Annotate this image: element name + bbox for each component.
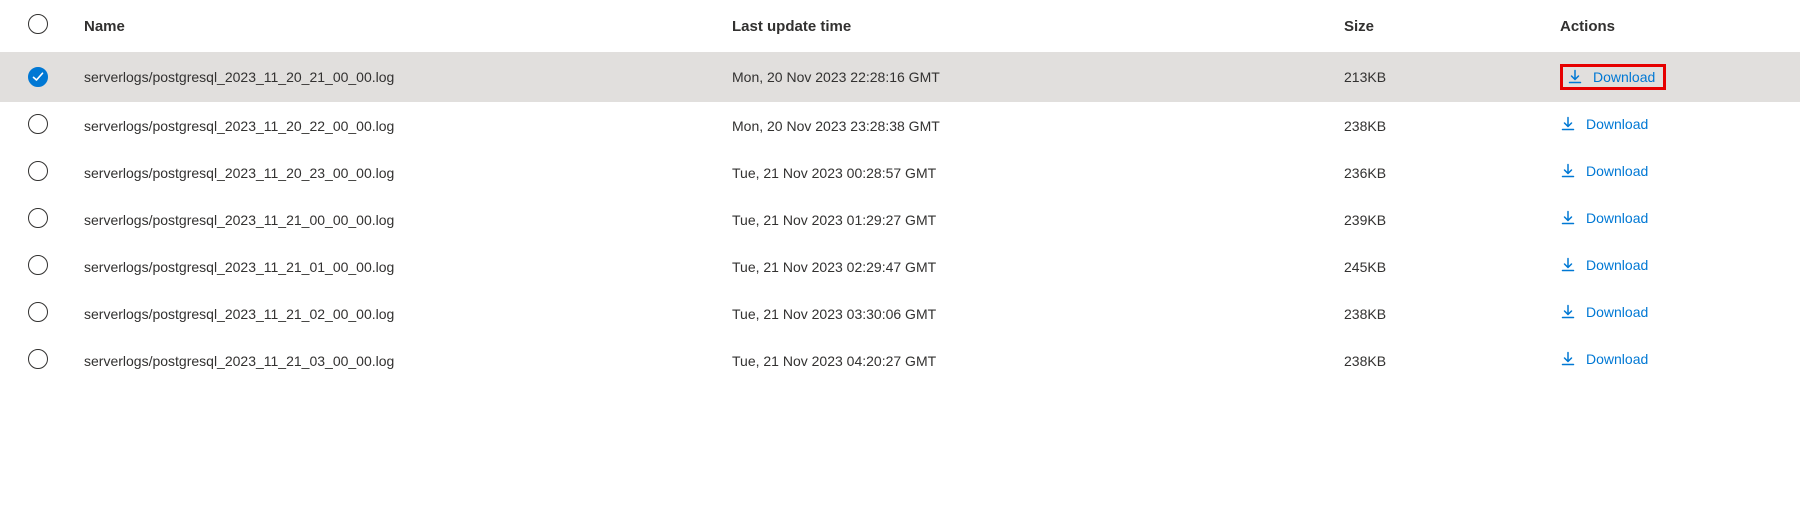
download-button[interactable]: Download <box>1560 257 1648 273</box>
download-label: Download <box>1586 163 1648 179</box>
download-label: Download <box>1586 116 1648 132</box>
row-size: 238KB <box>1332 290 1548 337</box>
table-header-row: Name Last update time Size Actions <box>0 0 1800 52</box>
download-button[interactable]: Download <box>1560 304 1648 320</box>
column-header-select <box>0 0 72 52</box>
download-icon <box>1567 69 1583 85</box>
row-select-cell <box>0 52 72 102</box>
row-select-cell <box>0 102 72 149</box>
row-actions: Download <box>1548 102 1800 149</box>
row-select-cell <box>0 243 72 290</box>
row-last-update: Tue, 21 Nov 2023 00:28:57 GMT <box>720 149 1332 196</box>
download-button[interactable]: Download <box>1567 69 1655 85</box>
row-name: serverlogs/postgresql_2023_11_21_01_00_0… <box>72 243 720 290</box>
table-row[interactable]: serverlogs/postgresql_2023_11_20_22_00_0… <box>0 102 1800 149</box>
row-name: serverlogs/postgresql_2023_11_20_23_00_0… <box>72 149 720 196</box>
row-select-checkbox[interactable] <box>28 302 48 322</box>
row-actions: Download <box>1548 52 1800 102</box>
row-size: 213KB <box>1332 52 1548 102</box>
row-select-cell <box>0 337 72 384</box>
download-icon <box>1560 163 1576 179</box>
row-select-checkbox[interactable] <box>28 161 48 181</box>
row-size: 238KB <box>1332 337 1548 384</box>
row-last-update: Mon, 20 Nov 2023 23:28:38 GMT <box>720 102 1332 149</box>
row-select-cell <box>0 196 72 243</box>
row-actions: Download <box>1548 290 1800 337</box>
download-button[interactable]: Download <box>1560 116 1648 132</box>
row-name: serverlogs/postgresql_2023_11_21_00_00_0… <box>72 196 720 243</box>
download-icon <box>1560 351 1576 367</box>
table-row[interactable]: serverlogs/postgresql_2023_11_21_01_00_0… <box>0 243 1800 290</box>
row-last-update: Tue, 21 Nov 2023 02:29:47 GMT <box>720 243 1332 290</box>
table-row[interactable]: serverlogs/postgresql_2023_11_21_03_00_0… <box>0 337 1800 384</box>
row-select-checkbox[interactable] <box>28 349 48 369</box>
download-callout: Download <box>1560 64 1666 90</box>
table-row[interactable]: serverlogs/postgresql_2023_11_21_00_00_0… <box>0 196 1800 243</box>
row-actions: Download <box>1548 196 1800 243</box>
download-label: Download <box>1586 257 1648 273</box>
row-actions: Download <box>1548 337 1800 384</box>
download-label: Download <box>1586 351 1648 367</box>
row-actions: Download <box>1548 149 1800 196</box>
row-last-update: Mon, 20 Nov 2023 22:28:16 GMT <box>720 52 1332 102</box>
table-row[interactable]: serverlogs/postgresql_2023_11_20_23_00_0… <box>0 149 1800 196</box>
server-logs-table: Name Last update time Size Actions serve… <box>0 0 1800 384</box>
table-row[interactable]: serverlogs/postgresql_2023_11_21_02_00_0… <box>0 290 1800 337</box>
download-icon <box>1560 257 1576 273</box>
select-all-checkbox[interactable] <box>28 14 48 34</box>
row-actions: Download <box>1548 243 1800 290</box>
row-last-update: Tue, 21 Nov 2023 01:29:27 GMT <box>720 196 1332 243</box>
column-header-name[interactable]: Name <box>72 0 720 52</box>
row-select-checkbox[interactable] <box>28 208 48 228</box>
row-name: serverlogs/postgresql_2023_11_21_02_00_0… <box>72 290 720 337</box>
row-size: 239KB <box>1332 196 1548 243</box>
row-select-checkbox[interactable] <box>28 67 48 87</box>
download-button[interactable]: Download <box>1560 163 1648 179</box>
row-size: 236KB <box>1332 149 1548 196</box>
row-select-cell <box>0 149 72 196</box>
row-size: 245KB <box>1332 243 1548 290</box>
row-name: serverlogs/postgresql_2023_11_21_03_00_0… <box>72 337 720 384</box>
download-button[interactable]: Download <box>1560 210 1648 226</box>
download-icon <box>1560 210 1576 226</box>
download-icon <box>1560 116 1576 132</box>
row-size: 238KB <box>1332 102 1548 149</box>
column-header-size[interactable]: Size <box>1332 0 1548 52</box>
table-row[interactable]: serverlogs/postgresql_2023_11_20_21_00_0… <box>0 52 1800 102</box>
download-icon <box>1560 304 1576 320</box>
row-select-checkbox[interactable] <box>28 114 48 134</box>
row-select-cell <box>0 290 72 337</box>
row-select-checkbox[interactable] <box>28 255 48 275</box>
column-header-actions: Actions <box>1548 0 1800 52</box>
download-label: Download <box>1593 69 1655 85</box>
download-button[interactable]: Download <box>1560 351 1648 367</box>
row-last-update: Tue, 21 Nov 2023 03:30:06 GMT <box>720 290 1332 337</box>
row-name: serverlogs/postgresql_2023_11_20_22_00_0… <box>72 102 720 149</box>
download-label: Download <box>1586 210 1648 226</box>
download-label: Download <box>1586 304 1648 320</box>
column-header-last-update[interactable]: Last update time <box>720 0 1332 52</box>
row-last-update: Tue, 21 Nov 2023 04:20:27 GMT <box>720 337 1332 384</box>
row-name: serverlogs/postgresql_2023_11_20_21_00_0… <box>72 52 720 102</box>
